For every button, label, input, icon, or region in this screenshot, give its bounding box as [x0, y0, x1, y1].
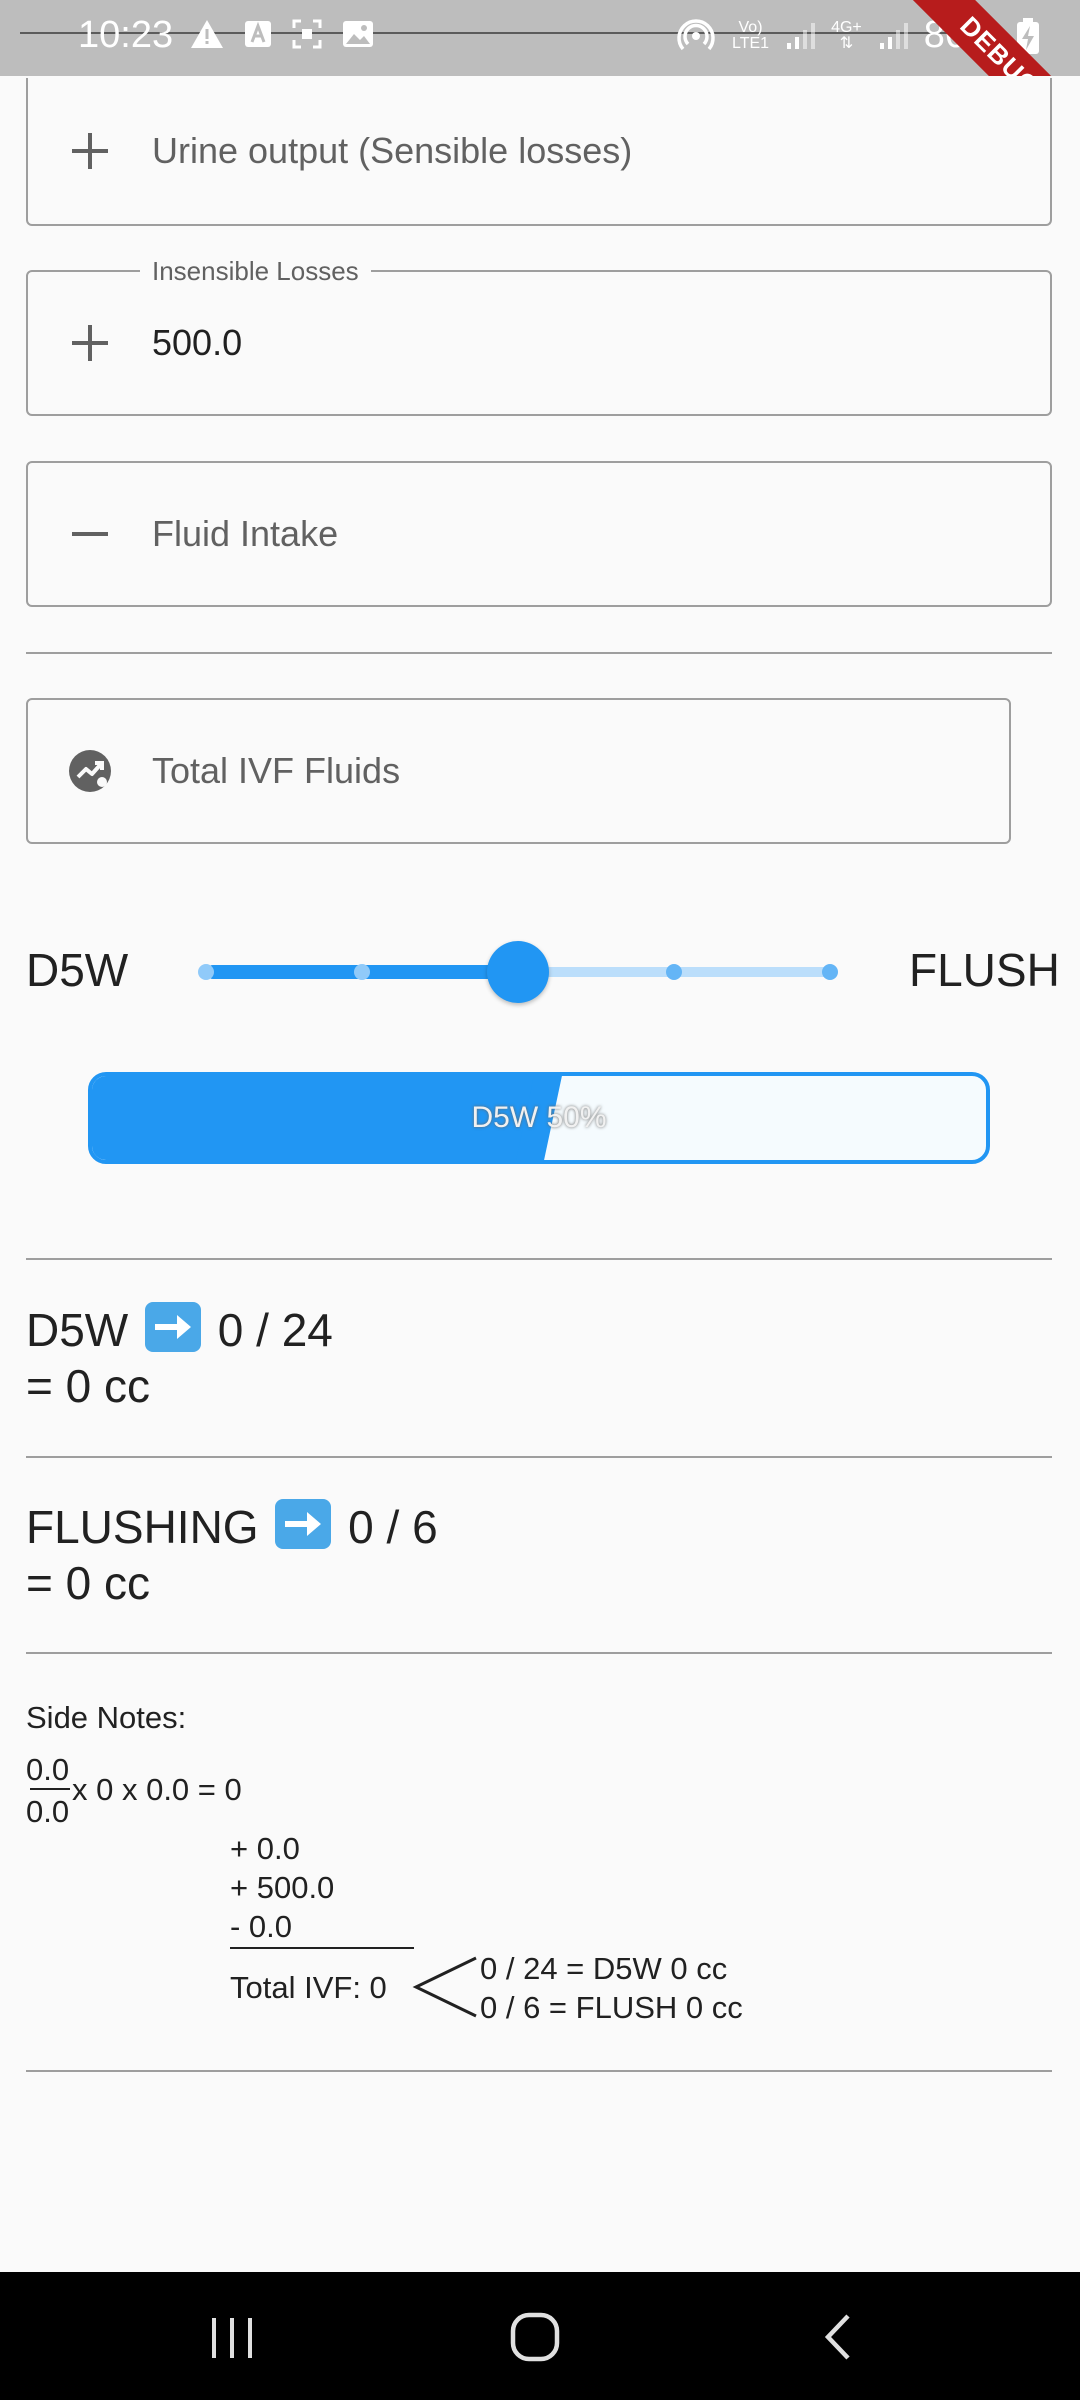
d5w-result-cc: = 0 cc [26, 1360, 151, 1412]
lte-label: LTE1 [732, 34, 770, 52]
urine-output-placeholder: Urine output (Sensible losses) [152, 130, 633, 171]
total-ivf-field[interactable]: Total IVF Fluids [26, 698, 1011, 844]
progress-text: D5W 50% [471, 1101, 607, 1134]
divider [26, 1258, 1052, 1260]
slider-tick-3 [666, 964, 682, 980]
flush-result-label: FLUSHING [26, 1501, 259, 1553]
signal-icon-2 [879, 22, 908, 49]
plus-icon[interactable] [68, 129, 112, 173]
urine-output-field[interactable]: Urine output (Sensible losses) [26, 78, 1052, 226]
split-d5w-text: 0 / 24 = D5W 0 cc [480, 1951, 728, 1986]
signal-icon [787, 22, 816, 49]
slider-thumb[interactable] [487, 941, 549, 1003]
trending-up-icon [69, 750, 111, 792]
sum-rule [230, 1947, 414, 1949]
volte-indicator: Vo) LTE1 [732, 18, 770, 52]
hotspot-icon [677, 18, 715, 50]
d5w-flush-slider[interactable] [198, 941, 838, 1003]
sum-line-2: + 500.0 [230, 1870, 335, 1905]
font-app-icon [245, 21, 271, 47]
slider-right-label: FLUSH [909, 944, 1060, 996]
flush-result-cc: = 0 cc [26, 1557, 151, 1609]
d5w-result-ratio: 0 / 24 [217, 1304, 333, 1356]
d5w-result-label: D5W [26, 1304, 129, 1356]
divider [26, 1652, 1052, 1654]
plus-icon[interactable] [68, 321, 112, 365]
network-type-label: 4G+ [831, 18, 862, 36]
warning-icon [191, 20, 223, 48]
status-time: 10:23 [78, 14, 174, 56]
fraction-bar [30, 1788, 70, 1790]
fluid-intake-placeholder: Fluid Intake [152, 513, 339, 554]
back-icon[interactable] [820, 2312, 856, 2362]
fraction-denominator: 0.0 [26, 1794, 70, 1829]
slider-left-label: D5W [26, 944, 129, 996]
insensible-losses-field[interactable]: Insensible Losses 500.0 [26, 256, 1052, 416]
system-nav-bar [0, 2272, 1080, 2400]
mix-progress-bar: D5W 50% [88, 1072, 990, 1164]
fluid-intake-field[interactable]: Fluid Intake [26, 461, 1052, 607]
slider-tick-0 [198, 964, 214, 980]
slider-tick-1 [354, 964, 370, 980]
formula-text: x 0 x 0.0 = 0 [72, 1772, 242, 1807]
network-type: 4G+ ⇅ [831, 18, 862, 52]
fraction-numerator: 0.0 [26, 1752, 70, 1787]
sum-line-1: + 0.0 [230, 1831, 300, 1866]
status-bar: 10:23 Vo) LTE1 4G+ ⇅ 86% DEBUG [0, 0, 1080, 76]
sum-line-3: - 0.0 [230, 1909, 293, 1944]
home-icon[interactable] [510, 2312, 560, 2362]
volte-label: Vo) [738, 18, 763, 36]
insensible-losses-label: Insensible Losses [140, 256, 371, 287]
insensible-losses-value[interactable]: 500.0 [152, 322, 242, 364]
right-arrow-icon [275, 1499, 332, 1549]
flush-result-ratio: 0 / 6 [348, 1501, 438, 1553]
total-ivf-text: Total IVF: 0 [230, 1970, 387, 2005]
data-arrows-icon: ⇅ [839, 34, 854, 52]
divider [26, 2070, 1052, 2072]
recent-apps-icon[interactable] [208, 2316, 256, 2360]
total-ivf-placeholder: Total IVF Fluids [152, 750, 401, 791]
d5w-result: D5W 0 / 24 = 0 cc [26, 1302, 333, 1414]
side-notes-title: Side Notes: [26, 1700, 187, 1735]
gallery-icon [343, 21, 373, 47]
split-bracket-icon [412, 1956, 477, 2018]
flush-result: FLUSHING 0 / 6 = 0 cc [26, 1499, 438, 1611]
split-flush-text: 0 / 6 = FLUSH 0 cc [480, 1990, 743, 2025]
divider [26, 1456, 1052, 1458]
slider-tick-4 [822, 964, 838, 980]
right-arrow-icon [145, 1302, 202, 1352]
notification-icons [190, 18, 374, 50]
screenshot-icon [292, 19, 322, 49]
divider [26, 652, 1052, 654]
minus-icon[interactable] [68, 512, 112, 556]
